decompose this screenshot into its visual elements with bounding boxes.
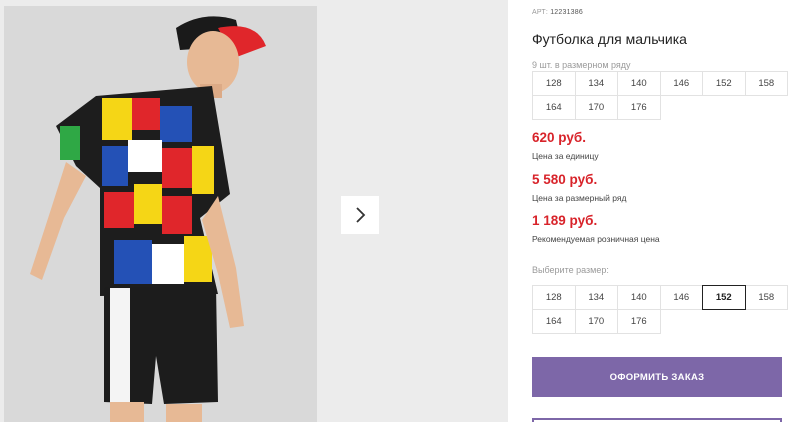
- pack-size-cell: 164: [532, 95, 576, 120]
- pack-size-cell: 140: [617, 71, 661, 96]
- size-option[interactable]: 170: [574, 309, 618, 334]
- article-number: 12231386: [550, 9, 583, 16]
- size-option[interactable]: 128: [532, 285, 576, 310]
- pack-count-label: 9 шт. в размерном ряду: [532, 60, 631, 70]
- product-title: Футболка для мальчика: [532, 31, 687, 47]
- pack-size-cell: 170: [574, 95, 618, 120]
- pack-price-label: Цена за размерный ряд: [532, 193, 627, 203]
- pack-size-cell: 152: [702, 71, 746, 96]
- size-option[interactable]: 176: [617, 309, 661, 334]
- article: АРТ: 12231386: [532, 9, 583, 16]
- order-button[interactable]: ОФОРМИТЬ ЗАКАЗ: [532, 357, 782, 397]
- size-selector: 128 134 140 146 152 158 164 170 176: [532, 285, 788, 334]
- product-info-panel: АРТ: 12231386 Футболка для мальчика 9 шт…: [532, 0, 800, 422]
- size-option[interactable]: 158: [744, 285, 788, 310]
- pack-size-cell: 128: [532, 71, 576, 96]
- size-option[interactable]: 146: [659, 285, 703, 310]
- pack-price: 5 580 руб.: [532, 172, 598, 187]
- size-option[interactable]: 140: [617, 285, 661, 310]
- article-label: АРТ:: [532, 9, 549, 16]
- product-gallery: [0, 0, 508, 422]
- retail-price: 1 189 руб.: [532, 213, 598, 228]
- size-option[interactable]: 164: [532, 309, 576, 334]
- size-option[interactable]: 134: [574, 285, 618, 310]
- next-image-button[interactable]: [341, 196, 379, 234]
- size-option[interactable]: 152: [702, 285, 746, 310]
- unit-price-label: Цена за единицу: [532, 151, 599, 161]
- pack-size-grid: 128 134 140 146 152 158 164 170 176: [532, 71, 788, 120]
- chevron-right-icon: [356, 207, 366, 223]
- boy-in-tshirt-photo: [4, 6, 317, 422]
- pack-size-cell: 146: [659, 71, 703, 96]
- product-photo[interactable]: [4, 6, 317, 422]
- unit-price: 620 руб.: [532, 130, 586, 145]
- pack-size-cell: 176: [617, 95, 661, 120]
- retail-price-label: Рекомендуемая розничная цена: [532, 234, 660, 244]
- secondary-button[interactable]: [532, 418, 782, 422]
- size-select-label: Выберите размер:: [532, 265, 609, 275]
- pack-size-cell: 134: [574, 71, 618, 96]
- pack-size-cell: 158: [744, 71, 788, 96]
